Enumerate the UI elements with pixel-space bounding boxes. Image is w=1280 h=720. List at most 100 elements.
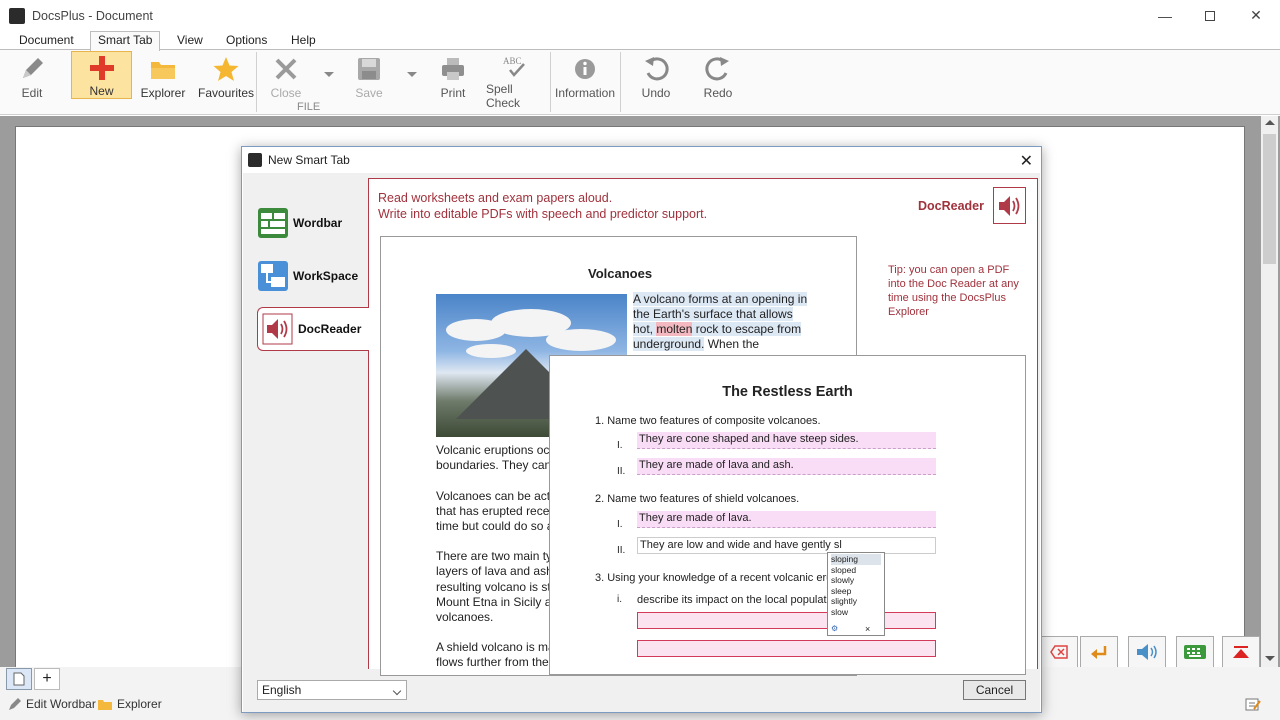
answer-field-empty[interactable] [637, 612, 936, 629]
collapse-button[interactable] [1222, 636, 1260, 667]
wordbar-icon [258, 208, 288, 238]
prediction-item[interactable]: sleep [831, 586, 881, 597]
speak-button[interactable] [1128, 636, 1166, 667]
menu-help[interactable]: Help [291, 33, 316, 47]
tab-wordbar[interactable]: Wordbar [257, 201, 369, 245]
print-button[interactable]: Print [432, 52, 474, 110]
maximize-button[interactable] [1187, 0, 1233, 31]
word-prediction-list[interactable]: sloping sloped slowly sleep slightly slo… [827, 552, 885, 636]
close-x-icon [273, 52, 299, 86]
dialog-title-bar: New Smart Tab ✕ [242, 147, 1041, 173]
prediction-settings-icon[interactable]: ⚙ [831, 624, 838, 635]
tab-docreader-label: DocReader [298, 322, 362, 336]
ribbon-toolbar: Edit New Explorer Favourites Close Save … [0, 50, 1280, 115]
vertical-scrollbar[interactable] [1261, 116, 1278, 667]
document-icon [13, 672, 25, 686]
body-line: A shield volcano is ma [436, 640, 555, 654]
roman-numeral: II. [617, 545, 626, 556]
docreader-speaker-icon [993, 187, 1026, 224]
undo-label: Undo [641, 86, 671, 100]
edit-wordbar-label: Edit Wordbar [26, 697, 96, 711]
workspace-icon [258, 261, 288, 291]
text-run: rock to escape from [692, 322, 802, 336]
enter-button[interactable] [1080, 636, 1118, 667]
prediction-item[interactable]: sloping [831, 554, 881, 565]
save-dropdown-icon[interactable] [407, 72, 417, 77]
explorer-taskbar-button[interactable]: Explorer [97, 697, 162, 711]
tab-workspace[interactable]: WorkSpace [257, 254, 369, 298]
panel-description-line2: Write into editable PDFs with speech and… [378, 207, 708, 221]
spell-check-button[interactable]: ABC Spell Check [486, 52, 544, 110]
separator [550, 52, 551, 112]
edit-button[interactable]: Edit [6, 52, 58, 110]
menu-view[interactable]: View [177, 33, 203, 47]
prediction-item[interactable]: slow [831, 607, 881, 618]
enter-icon [1091, 646, 1107, 659]
language-value: English [262, 683, 302, 697]
menu-smart-tab[interactable]: Smart Tab [90, 31, 161, 51]
prediction-item[interactable]: slightly [831, 596, 881, 607]
keyboard-button[interactable] [1176, 636, 1214, 667]
save-button[interactable]: Save [348, 52, 390, 110]
menu-bar: Document Smart Tab View Options Help [0, 31, 1280, 51]
text-run: hot, [633, 322, 657, 336]
folder-icon [149, 52, 177, 86]
cloud [546, 329, 616, 351]
new-button[interactable]: New [71, 51, 132, 99]
close-window-button[interactable]: ✕ [1233, 0, 1279, 31]
tab-workspace-label: WorkSpace [293, 269, 359, 283]
backspace-icon [1050, 645, 1068, 659]
separator [256, 52, 257, 112]
body-line: time but could do so a [436, 519, 554, 533]
scrollbar-thumb[interactable] [1263, 134, 1276, 264]
chevron-down-icon [392, 686, 402, 696]
tip-text: Tip: you can open a PDF into the Doc Rea… [888, 264, 1019, 318]
document-tab[interactable] [6, 668, 32, 690]
dialog-close-button[interactable]: ✕ [1020, 151, 1033, 171]
menu-document[interactable]: Document [19, 33, 74, 47]
undo-button[interactable]: Undo [636, 52, 676, 110]
prediction-item[interactable]: sloped [831, 565, 881, 576]
menu-options[interactable]: Options [226, 33, 267, 47]
close-label: Close [270, 86, 302, 100]
answer-field[interactable]: They are made of lava. [637, 511, 936, 528]
preview1-line3: hot, molten rock to escape from [633, 322, 802, 336]
window-title: DocsPlus - Document [32, 8, 153, 23]
question-3-part-i: describe its impact on the local populat… [637, 594, 842, 606]
answer-field-empty[interactable] [637, 640, 936, 657]
explorer-label: Explorer [140, 86, 186, 100]
separator [620, 52, 621, 112]
floppy-disk-icon [356, 52, 382, 86]
explorer-button[interactable]: Explorer [139, 52, 187, 110]
redo-button[interactable]: Redo [698, 52, 738, 110]
information-button[interactable]: Information [555, 52, 615, 110]
prediction-item[interactable]: slowly [831, 575, 881, 586]
scroll-up-icon[interactable] [1265, 120, 1275, 125]
notes-icon[interactable] [1245, 697, 1261, 714]
new-smart-tab-dialog: New Smart Tab ✕ Wordbar WorkSpace DocRea… [241, 146, 1042, 713]
tab-docreader[interactable]: DocReader [257, 307, 369, 351]
close-dropdown-icon[interactable] [324, 72, 334, 77]
answer-field-active[interactable]: They are low and wide and have gently sl [637, 537, 936, 554]
spell-check-icon: ABC [500, 52, 530, 82]
add-tab-button[interactable]: + [34, 668, 60, 690]
spoken-word-highlight: molten [656, 322, 693, 336]
favourites-button[interactable]: Favourites [196, 52, 256, 110]
clear-button[interactable] [1040, 636, 1078, 667]
answer-field[interactable]: They are cone shaped and have steep side… [637, 432, 936, 449]
cancel-button[interactable]: Cancel [963, 680, 1026, 700]
undo-icon [642, 52, 670, 86]
plus-icon [88, 52, 116, 84]
scroll-down-icon[interactable] [1265, 656, 1275, 661]
body-line: Volcanic eruptions occ [436, 443, 556, 457]
favourites-label: Favourites [197, 86, 255, 100]
roman-numeral: I. [617, 519, 623, 530]
body-line: flows further from the [436, 655, 549, 669]
dialog-body: Wordbar WorkSpace DocReader Read workshe… [243, 173, 1040, 712]
edit-wordbar-button[interactable]: Edit Wordbar [8, 697, 96, 711]
print-label: Print [440, 86, 466, 100]
answer-field[interactable]: They are made of lava and ash. [637, 458, 936, 475]
prediction-close-icon[interactable]: × [865, 624, 870, 635]
language-select[interactable]: English [257, 680, 407, 700]
minimize-button[interactable]: — [1142, 0, 1188, 31]
